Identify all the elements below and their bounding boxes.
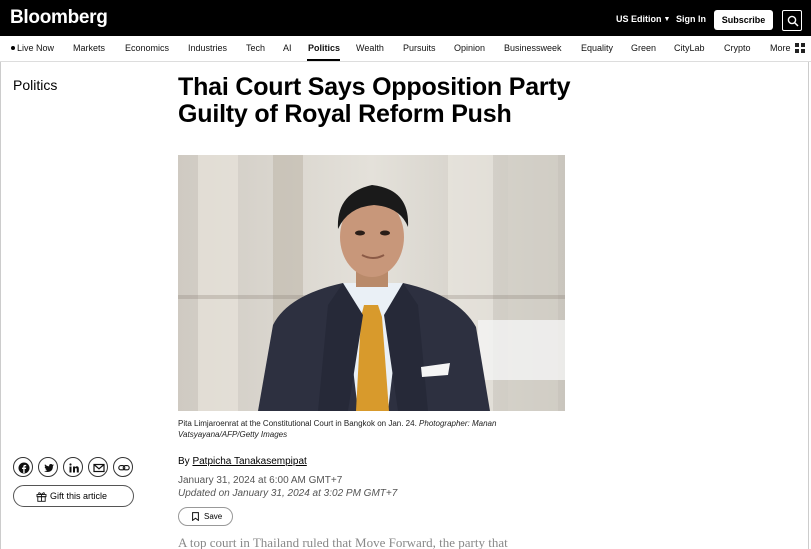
nav-citylab[interactable]: CityLab: [674, 43, 705, 53]
share-facebook-button[interactable]: [13, 457, 33, 477]
nav-live-now[interactable]: Live Now: [11, 43, 54, 53]
nav-ai[interactable]: AI: [283, 43, 292, 53]
copy-link-button[interactable]: [113, 457, 133, 477]
updated-date: Updated on January 31, 2024 at 3:02 PM G…: [178, 488, 398, 499]
nav-more[interactable]: More: [770, 43, 791, 53]
active-tab-indicator: [307, 59, 340, 61]
nav-label: Live Now: [17, 43, 55, 53]
save-button[interactable]: Save: [178, 507, 233, 526]
article-headline: Thai Court Says Opposition Party Guilty …: [178, 73, 571, 128]
bookmark-icon: [192, 512, 199, 521]
nav-markets[interactable]: Markets: [73, 43, 105, 53]
author-link[interactable]: Patpicha Tanakasempipat: [192, 456, 306, 467]
nav-crypto[interactable]: Crypto: [724, 43, 751, 53]
nav-industries[interactable]: Industries: [188, 43, 227, 53]
nav-green[interactable]: Green: [631, 43, 656, 53]
facebook-icon: [18, 462, 30, 474]
bloomberg-logo[interactable]: Bloomberg: [10, 7, 108, 29]
byline: By Patpicha Tanakasempipat: [178, 456, 307, 467]
article-photo: [178, 155, 565, 411]
edition-label: US Edition: [616, 14, 662, 24]
nav-equality[interactable]: Equality: [581, 43, 613, 53]
caret-down-icon: ▼: [663, 16, 671, 23]
grid-icon[interactable]: [794, 41, 808, 55]
gift-article-button[interactable]: Gift this article: [13, 485, 134, 507]
gift-icon: [36, 492, 47, 502]
section-nav: Live Now Markets Economics Industries Te…: [0, 36, 811, 62]
nav-opinion[interactable]: Opinion: [454, 43, 485, 53]
twitter-icon: [44, 464, 54, 472]
search-icon: [787, 15, 799, 27]
nav-businessweek[interactable]: Businessweek: [504, 43, 562, 53]
section-label[interactable]: Politics: [13, 77, 57, 93]
gift-label: Gift this article: [50, 491, 108, 501]
share-email-button[interactable]: [88, 457, 108, 477]
search-button[interactable]: [782, 10, 802, 31]
nav-pursuits[interactable]: Pursuits: [403, 43, 436, 53]
live-dot-icon: [11, 46, 15, 50]
nav-wealth[interactable]: Wealth: [356, 43, 384, 53]
left-divider: [0, 62, 1, 549]
email-icon: [93, 463, 105, 473]
nav-politics[interactable]: Politics: [308, 43, 340, 53]
link-icon: [118, 465, 130, 471]
published-date: January 31, 2024 at 6:00 AM GMT+7: [178, 475, 343, 486]
photo-caption: Pita Limjaroenrat at the Constitutional …: [178, 418, 558, 440]
article-teaser: A top court in Thailand ruled that Move …: [178, 535, 508, 549]
edition-selector[interactable]: US Edition ▼: [616, 14, 670, 24]
share-linkedin-button[interactable]: [63, 457, 83, 477]
right-divider: [808, 62, 809, 549]
subscribe-button[interactable]: Subscribe: [714, 10, 773, 30]
top-bar: Bloomberg US Edition ▼ Sign In Subscribe: [0, 0, 811, 36]
nav-tech[interactable]: Tech: [246, 43, 265, 53]
nav-economics[interactable]: Economics: [125, 43, 169, 53]
sign-in-link[interactable]: Sign In: [676, 14, 706, 24]
caption-text: Pita Limjaroenrat at the Constitutional …: [178, 419, 417, 428]
linkedin-icon: [69, 463, 79, 473]
share-twitter-button[interactable]: [38, 457, 58, 477]
byline-prefix: By: [178, 456, 190, 467]
save-label: Save: [204, 512, 223, 521]
